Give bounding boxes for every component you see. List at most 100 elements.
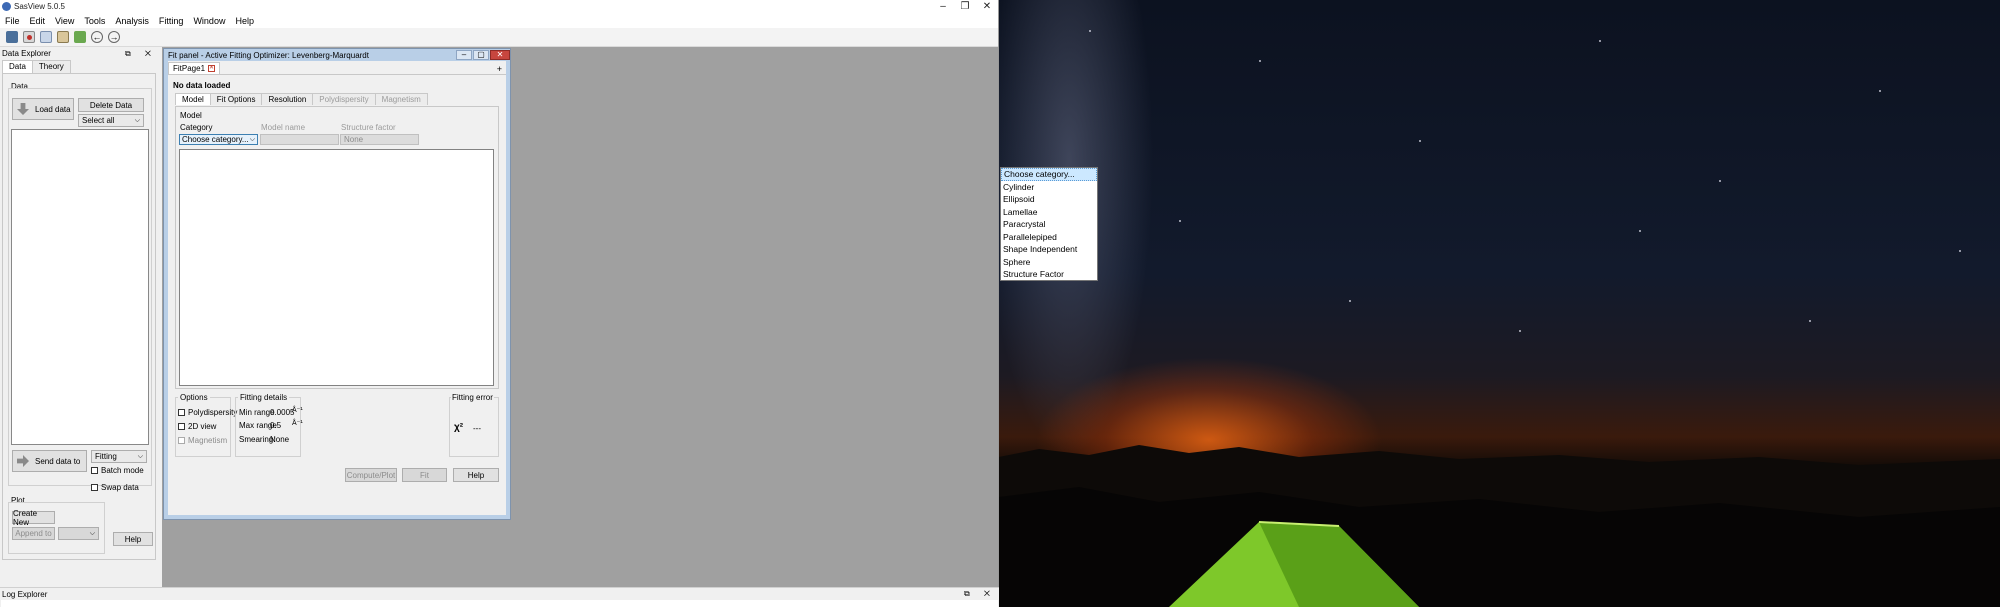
magnetism-label: Magnetism	[188, 436, 228, 445]
delete-data-button[interactable]: Delete Data	[78, 98, 144, 112]
dropdown-option-shape-independent[interactable]: Shape Independent	[1001, 243, 1097, 256]
redo-icon[interactable]: →	[108, 31, 120, 43]
tab-magnetism[interactable]: Magnetism	[374, 93, 428, 105]
send-arrow-icon	[17, 455, 29, 467]
menu-file[interactable]: File	[0, 16, 25, 26]
menu-edit[interactable]: Edit	[25, 16, 51, 26]
restore-button[interactable]: ❐	[954, 0, 976, 13]
dropdown-option-cylinder[interactable]: Cylinder	[1001, 181, 1097, 194]
dropdown-option-ellipsoid[interactable]: Ellipsoid	[1001, 193, 1097, 206]
menu-fitting[interactable]: Fitting	[154, 16, 189, 26]
log-explorer-panel: Log Explorer ⧉ ✕	[0, 587, 999, 607]
select-all-dropdown[interactable]: Select all ⌵	[78, 114, 144, 127]
copy-icon[interactable]	[40, 31, 52, 43]
create-new-button[interactable]: Create New	[12, 509, 55, 527]
model-name-label: Model name	[261, 123, 306, 132]
dropdown-option-paracrystal[interactable]: Paracrystal	[1001, 218, 1097, 231]
star	[1349, 300, 1351, 302]
close-tab-icon[interactable]: ✕	[208, 65, 216, 72]
dropdown-option-structure-factor[interactable]: Structure Factor	[1001, 268, 1097, 281]
append-target-dropdown[interactable]: ⌵	[58, 527, 99, 540]
dropdown-option-lamellae[interactable]: Lamellae	[1001, 206, 1097, 219]
log-text-area[interactable]	[1, 600, 998, 607]
window-title: SasView 5.0.5	[14, 2, 65, 11]
menu-analysis[interactable]: Analysis	[110, 16, 154, 26]
record-icon[interactable]	[23, 31, 35, 43]
star	[1089, 30, 1091, 32]
menu-tools[interactable]: Tools	[79, 16, 110, 26]
data-list[interactable]	[11, 129, 149, 445]
title-bar: SasView 5.0.5 – ❐ ✕	[0, 0, 998, 13]
close-button[interactable]: ✕	[976, 0, 998, 13]
fit-button[interactable]: Fit	[402, 468, 447, 482]
report-icon[interactable]	[74, 31, 86, 43]
swap-data-label: Swap data	[101, 483, 139, 492]
min-range-value: 0.0005	[270, 408, 295, 417]
model-group-label: Model	[180, 111, 202, 120]
dock-controls[interactable]: ⧉ ✕	[964, 589, 996, 599]
load-data-button[interactable]: Load data	[12, 98, 74, 120]
paste-icon[interactable]	[57, 31, 69, 43]
minimize-button[interactable]: –	[932, 0, 954, 13]
tab-model[interactable]: Model	[175, 93, 211, 105]
menu-view[interactable]: View	[50, 16, 79, 26]
undo-icon[interactable]: ←	[91, 31, 103, 43]
chi-squared-value: ---	[473, 424, 481, 433]
category-dropdown-list: Choose category... Cylinder Ellipsoid La…	[1000, 167, 1098, 281]
batch-mode-checkbox[interactable]: Batch mode	[91, 466, 144, 475]
chevron-down-icon: ⌵	[137, 452, 143, 460]
log-explorer-title: Log Explorer	[2, 589, 48, 599]
fit-panel-help-button[interactable]: Help	[453, 468, 499, 482]
fitpage1-label: FitPage1	[173, 64, 206, 73]
fit-page-body: No data loaded Model Fit Options Resolut…	[168, 79, 506, 514]
polydispersity-checkbox[interactable]: Polydispersity	[178, 408, 237, 417]
download-arrow-icon	[17, 103, 29, 115]
append-to-button[interactable]: Append to	[12, 527, 55, 540]
log-explorer-titlebar: Log Explorer ⧉ ✕	[0, 588, 999, 600]
category-combobox[interactable]: Choose category... ⌵	[179, 134, 258, 145]
fit-panel-maximize-button[interactable]: ▢	[473, 50, 489, 60]
swap-data-checkbox[interactable]: Swap data	[91, 483, 139, 492]
data-explorer-help-button[interactable]: Help	[113, 532, 153, 546]
menu-window[interactable]: Window	[188, 16, 230, 26]
status-text: No data loaded	[173, 81, 231, 90]
fit-panel-close-button[interactable]: ✕	[490, 50, 510, 60]
menu-help[interactable]: Help	[230, 16, 259, 26]
tab-resolution[interactable]: Resolution	[261, 93, 314, 105]
send-data-label: Send data to	[35, 456, 81, 466]
fit-panel-window: Fit panel - Active Fitting Optimizer: Le…	[164, 49, 510, 519]
star	[1599, 40, 1601, 42]
save-icon[interactable]	[6, 31, 18, 43]
magnetism-checkbox[interactable]: Magnetism	[178, 436, 227, 445]
tab-data[interactable]: Data	[2, 60, 33, 73]
dropdown-option-sphere[interactable]: Sphere	[1001, 256, 1097, 269]
fit-panel-minimize-button[interactable]: –	[456, 50, 472, 60]
tab-fit-options[interactable]: Fit Options	[209, 93, 263, 105]
compute-plot-button[interactable]: Compute/Plot	[345, 468, 397, 482]
sasview-window: SasView 5.0.5 – ❐ ✕ File Edit View Tools…	[0, 0, 999, 607]
tab-theory[interactable]: Theory	[31, 60, 71, 73]
star	[1809, 320, 1811, 322]
dropdown-option-choose-category[interactable]: Choose category...	[1001, 168, 1097, 181]
checkbox-box	[91, 484, 98, 491]
structure-factor-label: Structure factor	[341, 123, 396, 132]
tab-fitpage1[interactable]: FitPage1 ✕	[168, 62, 221, 74]
add-tab-button[interactable]: +	[497, 64, 506, 74]
star	[1639, 230, 1641, 232]
star	[1259, 60, 1261, 62]
star	[1719, 180, 1721, 182]
dropdown-option-parallelepiped[interactable]: Parallelepiped	[1001, 231, 1097, 244]
options-group-label: Options	[178, 393, 210, 402]
structure-factor-combobox[interactable]: None	[340, 134, 419, 145]
send-target-dropdown[interactable]: Fitting ⌵	[91, 450, 147, 463]
tent-image	[1169, 521, 1419, 607]
checkbox-box	[178, 409, 185, 416]
model-name-combobox[interactable]	[260, 134, 339, 145]
dock-controls[interactable]: ⧉ ✕	[125, 49, 157, 59]
fitting-error-label: Fitting error	[451, 393, 494, 402]
desktop-wallpaper	[999, 0, 2000, 607]
parameter-table[interactable]	[179, 149, 494, 386]
view-2d-checkbox[interactable]: 2D view	[178, 422, 216, 431]
tab-polydispersity[interactable]: Polydispersity	[312, 93, 376, 105]
send-data-button[interactable]: Send data to	[12, 450, 87, 472]
